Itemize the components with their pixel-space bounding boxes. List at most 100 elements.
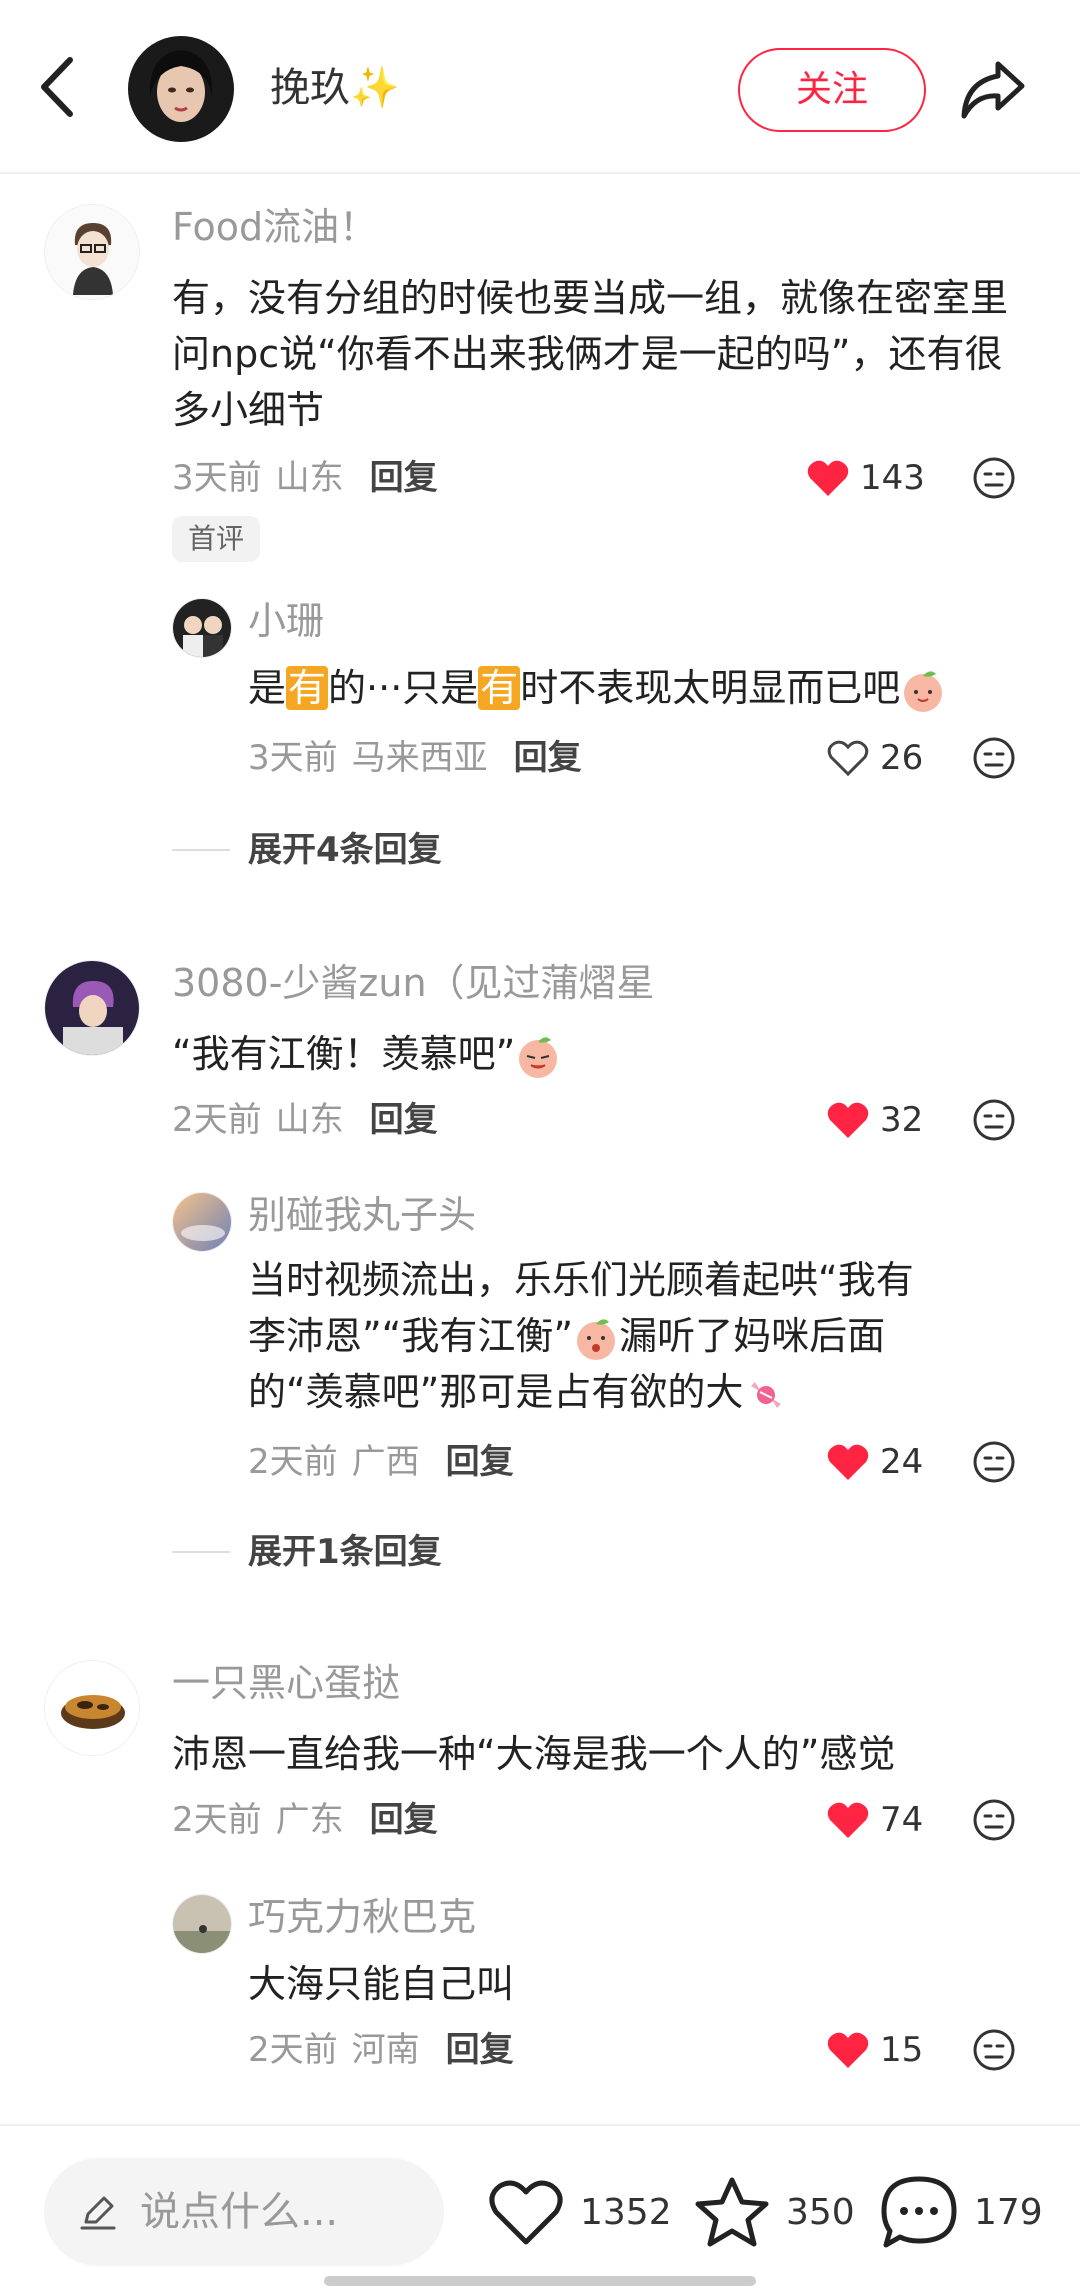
- comment-location: 山东: [275, 458, 344, 498]
- commenter-avatar[interactable]: [44, 1660, 140, 1756]
- reply-text-part: 是: [248, 666, 287, 710]
- reply-text-part: 的···只是: [328, 666, 479, 710]
- back-arrow-icon[interactable]: [36, 52, 80, 122]
- reply-text-part: 漏听了妈咪后面: [619, 1314, 886, 1358]
- like-button[interactable]: 74: [826, 1796, 923, 1844]
- heart-filled-icon: [807, 460, 849, 496]
- first-comment-tag: 首评: [172, 516, 261, 562]
- author-avatar[interactable]: [128, 36, 234, 142]
- emoji-react-icon[interactable]: [972, 1798, 1016, 1842]
- like-button[interactable]: 32: [826, 1096, 923, 1144]
- comment-time: 2天前: [172, 1800, 262, 1840]
- emoji-react-icon[interactable]: [972, 2028, 1016, 2072]
- expand-replies-button[interactable]: 展开1条回复: [172, 1528, 442, 1576]
- like-count: 15: [880, 2030, 924, 2070]
- replier-avatar[interactable]: [172, 1894, 232, 1954]
- divider-line: [172, 849, 230, 851]
- highlight-char: 有: [286, 666, 329, 710]
- like-button[interactable]: 24: [826, 1438, 923, 1486]
- heart-outline-icon: [489, 2180, 563, 2245]
- comment-count: 179: [974, 2191, 1043, 2233]
- like-button[interactable]: 26: [826, 734, 923, 782]
- reply-time: 3天前: [248, 738, 338, 778]
- follow-button[interactable]: 关注: [738, 48, 926, 132]
- share-icon[interactable]: [958, 56, 1028, 122]
- collect-count: 350: [786, 2191, 855, 2233]
- replier-name[interactable]: 小珊: [248, 596, 324, 646]
- heart-outline-icon: [827, 740, 869, 777]
- highlight-char: 有: [478, 666, 521, 710]
- collect-button[interactable]: 350: [692, 2166, 855, 2258]
- peach-emoji-icon: [519, 1036, 558, 1078]
- like-button[interactable]: 15: [826, 2026, 923, 2074]
- commenter-avatar[interactable]: [44, 204, 140, 300]
- like-count: 74: [880, 1800, 924, 1840]
- expand-replies-button[interactable]: 展开4条回复: [172, 826, 442, 874]
- reply-button[interactable]: 回复: [370, 458, 438, 498]
- pencil-icon: [80, 2196, 116, 2230]
- reply-button[interactable]: 回复: [514, 738, 582, 778]
- comment-input[interactable]: 说点什么...: [44, 2158, 444, 2266]
- comment-list: Food流油！ 有，没有分组的时候也要当成一组，就像在密室里问npc说“你看不出…: [0, 176, 1080, 2122]
- commenter-name[interactable]: 3080-少酱zun（见过蒲熠星: [172, 958, 655, 1008]
- reply-text-line: 李沛恩”“我有江衡” 漏听了妈咪后面: [248, 1308, 1048, 1364]
- reply-meta: 2天前 河南 回复: [248, 2026, 514, 2074]
- like-count: 32: [880, 1100, 924, 1140]
- reply-text-part: 的“羡慕吧”那可是占有欲的大: [248, 1370, 744, 1414]
- comment-time: 2天前: [172, 1100, 262, 1140]
- like-post-button[interactable]: 1352: [486, 2166, 672, 2258]
- emoji-react-icon[interactable]: [972, 1440, 1016, 1484]
- divider-line: [172, 1551, 230, 1553]
- commenter-name[interactable]: 一只黑心蛋挞: [172, 1658, 400, 1708]
- heart-filled-icon: [827, 2032, 869, 2068]
- reply-time: 2天前: [248, 2030, 338, 2070]
- replier-avatar[interactable]: [172, 598, 232, 658]
- emoji-react-icon[interactable]: [972, 736, 1016, 780]
- home-indicator[interactable]: [324, 2276, 756, 2286]
- reply-button[interactable]: 回复: [370, 1100, 438, 1140]
- reply-text-part: 李沛恩”“我有江衡”: [248, 1314, 574, 1358]
- expand-replies-label: 展开1条回复: [248, 1532, 442, 1572]
- bottom-action-bar: 说点什么... 1352 350 179: [0, 2124, 1080, 2292]
- comment-text-body: “我有江衡！羡慕吧”: [172, 1032, 516, 1076]
- reply-text-part: 时不表现太明显而已吧: [520, 666, 901, 710]
- replier-name[interactable]: 巧克力秋巴克: [248, 1892, 476, 1942]
- reply-button[interactable]: 回复: [446, 1442, 514, 1482]
- comment-location: 山东: [275, 1100, 344, 1140]
- reply-time: 2天前: [248, 1442, 338, 1482]
- reply-text-line: 的“羡慕吧”那可是占有欲的大: [248, 1364, 1048, 1420]
- comment-meta: 2天前 广东 回复: [172, 1796, 438, 1844]
- author-name[interactable]: 挽玖✨: [270, 62, 400, 114]
- peach-emoji-icon: [904, 670, 943, 712]
- reply-button[interactable]: 回复: [446, 2030, 514, 2070]
- commenter-name[interactable]: Food流油！: [172, 202, 377, 252]
- comment-input-placeholder: 说点什么...: [140, 2189, 339, 2235]
- reply-text-line: 当时视频流出，乐乐们光顾着起哄“我有: [248, 1258, 914, 1302]
- replier-avatar[interactable]: [172, 1192, 232, 1252]
- comment-time: 3天前: [172, 458, 262, 498]
- top-bar: 挽玖✨ 关注: [0, 0, 1080, 174]
- emoji-react-icon[interactable]: [972, 456, 1016, 500]
- sparkle-emoji: ✨: [350, 65, 400, 111]
- reply-location: 马来西亚: [351, 738, 488, 778]
- comment-location: 广东: [275, 1800, 344, 1840]
- comment-text: 有，没有分组的时候也要当成一组，就像在密室里问npc说“你看不出来我俩才是一起的…: [172, 276, 1009, 432]
- like-count: 26: [880, 738, 924, 778]
- like-count: 143: [860, 458, 925, 498]
- reply-location: 广西: [351, 1442, 420, 1482]
- reply-button[interactable]: 回复: [370, 1800, 438, 1840]
- comment-button[interactable]: 179: [878, 2166, 1043, 2258]
- commenter-avatar[interactable]: [44, 960, 140, 1056]
- replier-name[interactable]: 别碰我丸子头: [248, 1190, 476, 1240]
- candy-emoji-icon: [751, 1381, 782, 1408]
- reply-meta: 2天前 广西 回复: [248, 1438, 514, 1486]
- reply-text: 大海只能自己叫: [248, 1962, 515, 2006]
- reply-text: 是有的···只是有时不表现太明显而已吧: [248, 660, 1048, 716]
- reply-location: 河南: [351, 2030, 420, 2070]
- heart-filled-icon: [827, 1444, 869, 1480]
- emoji-react-icon[interactable]: [972, 1098, 1016, 1142]
- heart-filled-icon: [827, 1802, 869, 1838]
- like-button[interactable]: 143: [806, 454, 925, 502]
- comment-meta: 2天前 山东 回复: [172, 1096, 438, 1144]
- author-name-text: 挽玖: [270, 65, 350, 111]
